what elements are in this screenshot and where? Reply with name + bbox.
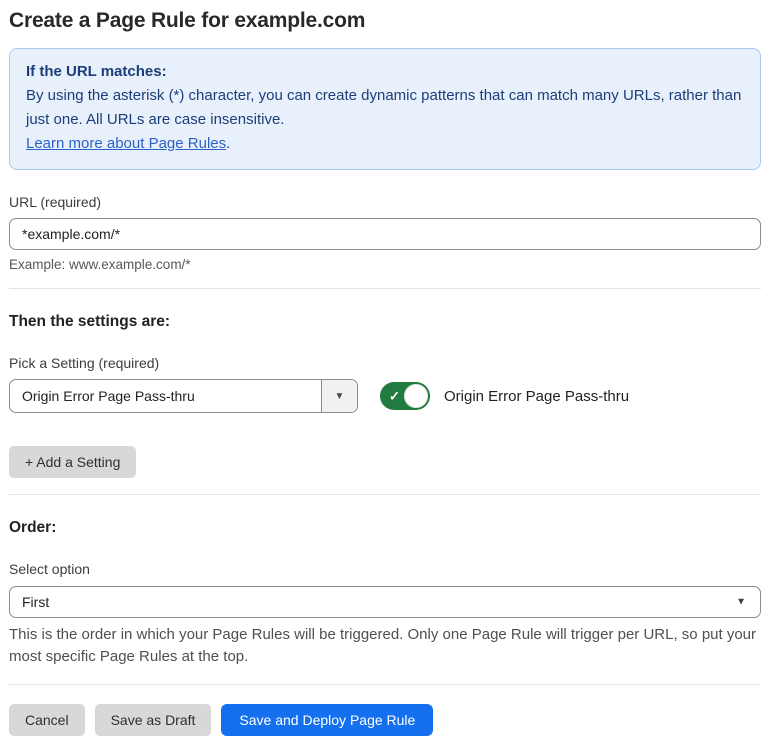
settings-section-heading: Then the settings are: bbox=[9, 313, 171, 330]
setting-picker-label: Pick a Setting (required) bbox=[9, 355, 160, 371]
url-match-info-box: If the URL matches: By using the asteris… bbox=[9, 48, 761, 170]
divider bbox=[9, 494, 761, 495]
save-draft-button[interactable]: Save as Draft bbox=[94, 704, 212, 736]
footer-actions: Cancel Save as Draft Save and Deploy Pag… bbox=[9, 704, 761, 736]
divider bbox=[9, 288, 761, 289]
cancel-button[interactable]: Cancel bbox=[9, 704, 85, 736]
origin-error-toggle[interactable]: ✓ bbox=[380, 382, 430, 410]
learn-more-link[interactable]: Learn more about Page Rules bbox=[26, 135, 226, 152]
page-title: Create a Page Rule for example.com bbox=[9, 9, 366, 32]
add-setting-button[interactable]: + Add a Setting bbox=[9, 446, 137, 478]
setting-picker-dropdown[interactable]: Origin Error Page Pass-thru ▼ bbox=[9, 379, 358, 413]
page-rule-form: Create a Page Rule for example.com If th… bbox=[0, 9, 770, 736]
setting-picker-value: Origin Error Page Pass-thru bbox=[22, 388, 195, 404]
save-deploy-button[interactable]: Save and Deploy Page Rule bbox=[221, 704, 434, 736]
toggle-knob bbox=[404, 384, 428, 408]
chevron-down-icon: ▼ bbox=[736, 596, 746, 608]
order-select[interactable]: First ▼ bbox=[9, 586, 761, 618]
setting-picker-arrow-button[interactable]: ▼ bbox=[321, 380, 357, 412]
order-select-value: First bbox=[22, 594, 50, 610]
check-icon: ✓ bbox=[389, 388, 400, 404]
url-input[interactable] bbox=[9, 218, 761, 250]
info-box-link-line: Learn more about Page Rules. bbox=[26, 132, 744, 156]
order-select-label: Select option bbox=[9, 561, 90, 577]
setting-toggle-group: ✓ Origin Error Page Pass-thru bbox=[380, 382, 629, 410]
url-field-label: URL (required) bbox=[9, 194, 102, 210]
info-box-heading: If the URL matches: bbox=[26, 63, 167, 80]
order-section-heading: Order: bbox=[9, 519, 57, 536]
url-field-helper: Example: www.example.com/* bbox=[9, 257, 191, 272]
divider bbox=[9, 684, 761, 685]
info-box-body: By using the asterisk (*) character, you… bbox=[26, 87, 742, 128]
link-suffix: . bbox=[226, 135, 231, 152]
chevron-down-icon: ▼ bbox=[334, 390, 345, 402]
order-helper-text: This is the order in which your Page Rul… bbox=[9, 626, 757, 665]
toggle-label: Origin Error Page Pass-thru bbox=[444, 387, 630, 405]
setting-row: Origin Error Page Pass-thru ▼ ✓ Origin E… bbox=[9, 379, 761, 413]
